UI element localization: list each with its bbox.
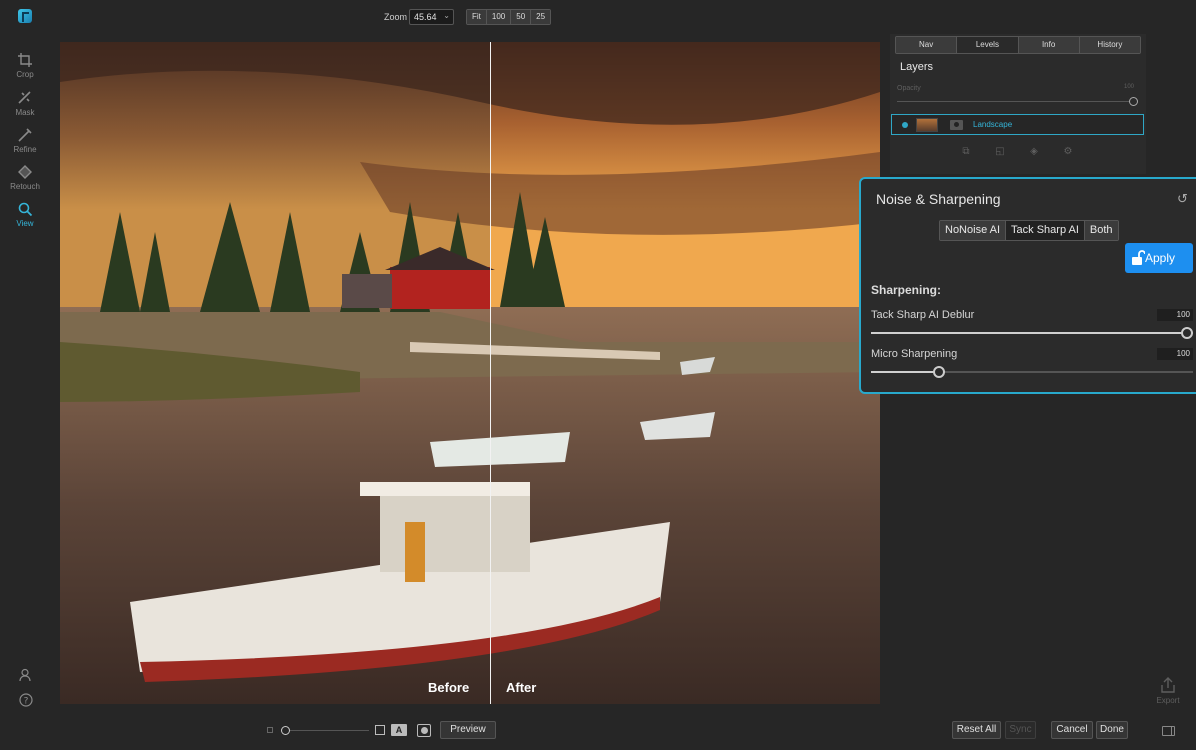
mask-view-icon[interactable] bbox=[417, 724, 431, 737]
before-label: Before bbox=[428, 680, 470, 695]
tool-refine-label: Refine bbox=[13, 145, 37, 154]
deblur-value[interactable]: 100 bbox=[1157, 309, 1193, 321]
zoom-fit-button[interactable]: Fit bbox=[467, 10, 487, 24]
export-icon bbox=[1161, 677, 1175, 693]
layers-stack-icon[interactable]: ◈ bbox=[1028, 146, 1040, 158]
zoom-label: Zoom bbox=[384, 12, 408, 22]
mask-icon bbox=[18, 91, 31, 104]
micro-sharpening-slider-fill bbox=[871, 371, 939, 373]
tool-retouch[interactable]: Retouch bbox=[0, 164, 50, 191]
panel-toggle-icon[interactable] bbox=[1162, 726, 1175, 736]
opacity-slider-knob[interactable] bbox=[1129, 97, 1138, 106]
app-logo-icon[interactable] bbox=[18, 9, 32, 23]
tool-view[interactable]: View bbox=[0, 201, 50, 228]
zoom-value: 45.64 bbox=[414, 12, 437, 22]
deblur-slider-knob[interactable] bbox=[1181, 327, 1193, 339]
mode-nonoise-ai[interactable]: NoNoise AI bbox=[940, 221, 1007, 240]
svg-text:?: ? bbox=[24, 697, 29, 707]
tab-nav[interactable]: Nav bbox=[896, 37, 958, 53]
export-label: Export bbox=[1156, 696, 1180, 705]
tool-retouch-label: Retouch bbox=[10, 182, 40, 191]
micro-sharpening-label: Micro Sharpening bbox=[871, 348, 958, 360]
zoom-100-button[interactable]: 100 bbox=[486, 10, 512, 24]
zoom-presets: Fit 100 50 25 bbox=[466, 9, 552, 25]
mode-tack-sharp-ai[interactable]: Tack Sharp AI bbox=[1006, 221, 1085, 240]
layer-mask-icon[interactable] bbox=[950, 120, 963, 130]
before-after-divider[interactable] bbox=[490, 42, 491, 704]
cancel-button[interactable]: Cancel bbox=[1051, 721, 1093, 739]
deblur-slider-fill bbox=[871, 332, 1193, 334]
after-label: After bbox=[506, 680, 537, 695]
micro-sharpening-slider-knob[interactable] bbox=[932, 366, 945, 378]
opacity-value: 100 bbox=[1124, 84, 1135, 90]
tool-view-label: View bbox=[16, 219, 34, 228]
reset-all-button[interactable]: Reset All bbox=[952, 721, 1001, 739]
zoom-50-button[interactable]: 50 bbox=[511, 10, 532, 24]
tool-mask-label: Mask bbox=[15, 108, 35, 117]
duplicate-layer-icon[interactable]: ⧉ bbox=[960, 146, 972, 158]
layer-name: Landscape bbox=[973, 120, 1013, 129]
apply-button[interactable]: Apply bbox=[1125, 243, 1193, 273]
tool-crop[interactable]: Crop bbox=[0, 52, 50, 79]
text-overlay-icon[interactable]: A bbox=[391, 724, 407, 736]
top-bar: Zoom 45.64 ⌄ Fit 100 50 25 bbox=[0, 0, 1196, 34]
tool-mask[interactable]: Mask bbox=[0, 90, 50, 117]
help-icon[interactable]: ? bbox=[19, 693, 33, 707]
deblur-slider[interactable] bbox=[871, 327, 1193, 339]
unlock-icon bbox=[1132, 250, 1145, 265]
layer-row-landscape[interactable]: Landscape bbox=[891, 114, 1144, 135]
preview-button[interactable]: Preview bbox=[440, 721, 496, 739]
user-icon[interactable] bbox=[19, 668, 33, 682]
done-button[interactable]: Done bbox=[1096, 721, 1128, 739]
tool-crop-label: Crop bbox=[16, 70, 34, 79]
bottom-bar: A Preview Reset All Sync Cancel Done bbox=[0, 712, 1196, 750]
opacity-slider[interactable] bbox=[897, 101, 1133, 102]
tab-levels[interactable]: Levels bbox=[957, 37, 1019, 53]
sharpening-section-label: Sharpening: bbox=[871, 283, 942, 297]
micro-sharpening-value[interactable]: 100 bbox=[1157, 348, 1193, 360]
deblur-label: Tack Sharp AI Deblur bbox=[871, 309, 975, 321]
noise-sharpening-panel: Noise & Sharpening ↺ NoNoise AI Tack Sha… bbox=[859, 177, 1196, 394]
export-button[interactable]: Export bbox=[1153, 677, 1183, 705]
zoom-25-button[interactable]: 25 bbox=[531, 10, 551, 24]
thumbnail-size-knob[interactable] bbox=[281, 726, 290, 735]
photo-canvas[interactable]: Before After bbox=[60, 42, 880, 704]
new-layer-icon[interactable]: ◱ bbox=[994, 146, 1006, 158]
retouch-icon bbox=[18, 165, 32, 179]
reset-icon[interactable]: ↺ bbox=[1177, 191, 1188, 207]
mode-both[interactable]: Both bbox=[1084, 221, 1118, 240]
sync-button[interactable]: Sync bbox=[1005, 721, 1036, 739]
refine-icon bbox=[18, 128, 32, 142]
tab-info[interactable]: Info bbox=[1018, 37, 1080, 53]
apply-label: Apply bbox=[1145, 251, 1176, 265]
single-view-icon[interactable] bbox=[375, 725, 385, 735]
mode-selector: NoNoise AI Tack Sharp AI Both bbox=[939, 220, 1119, 241]
zoom-select[interactable]: 45.64 ⌄ bbox=[409, 9, 454, 25]
view-icon bbox=[18, 202, 33, 217]
crop-icon bbox=[18, 53, 32, 67]
layer-actions: ⧉ ◱ ◈ ⚙ bbox=[960, 146, 1074, 158]
layer-visibility-icon[interactable] bbox=[902, 122, 908, 128]
layer-settings-icon[interactable]: ⚙ bbox=[1062, 146, 1074, 158]
layers-title: Layers bbox=[900, 61, 934, 73]
panel-tabs: Nav Levels Info History bbox=[895, 36, 1141, 54]
panel-title: Noise & Sharpening bbox=[876, 191, 1001, 207]
thumbnail-size-slider[interactable] bbox=[285, 730, 369, 731]
micro-sharpening-slider[interactable] bbox=[871, 366, 1193, 378]
opacity-label: Opacity bbox=[897, 85, 921, 92]
right-panel: Nav Levels Info History Layers Opacity 1… bbox=[890, 34, 1146, 174]
layer-thumbnail bbox=[916, 118, 938, 132]
tab-history[interactable]: History bbox=[1079, 37, 1140, 53]
tool-refine[interactable]: Refine bbox=[0, 127, 50, 154]
small-image-icon bbox=[267, 727, 273, 733]
chevron-down-icon: ⌄ bbox=[443, 11, 450, 20]
landscape-photo bbox=[60, 42, 880, 704]
